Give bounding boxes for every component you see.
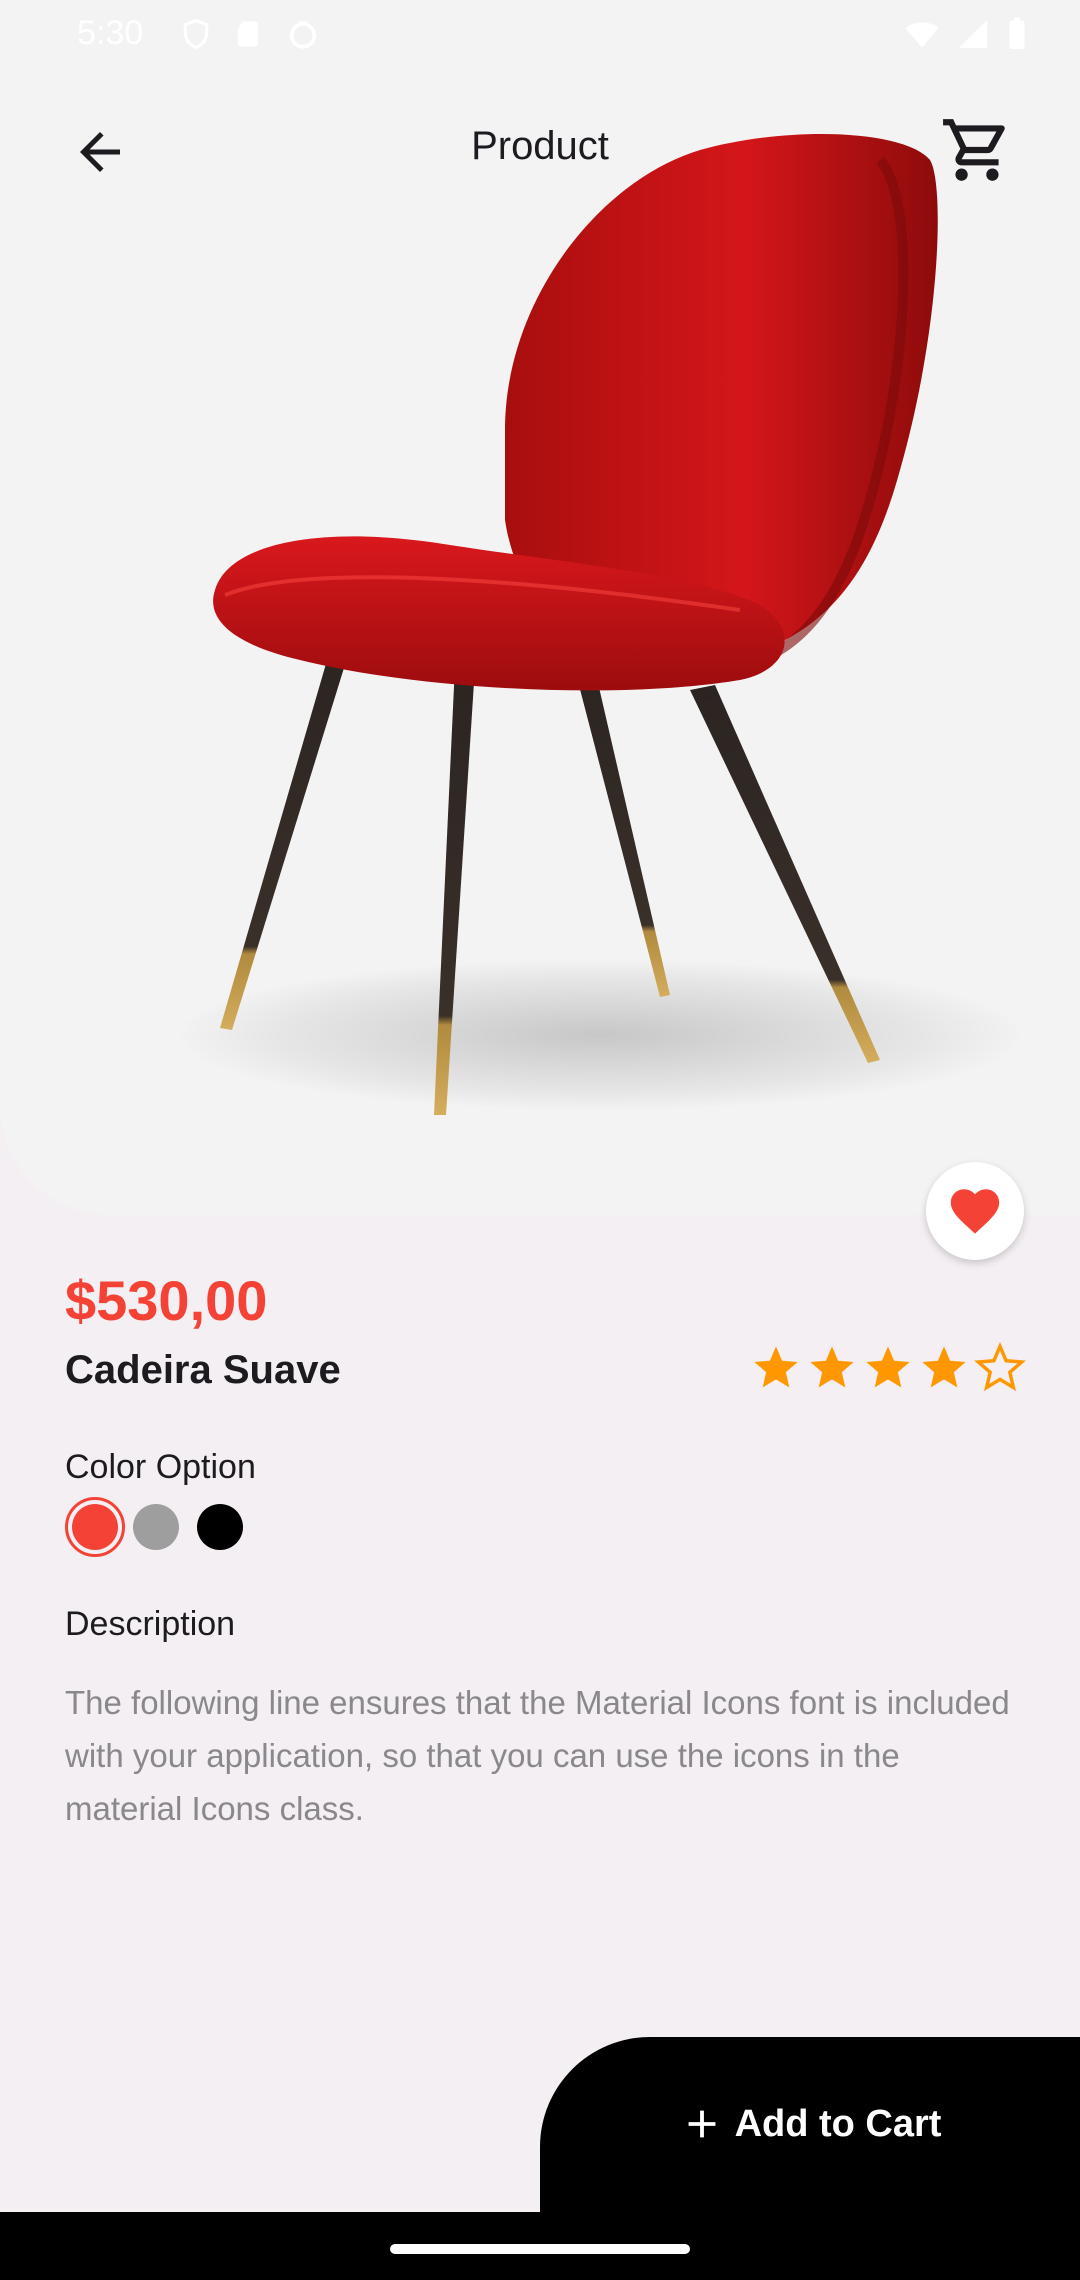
color-option-label: Color Option	[65, 1448, 256, 1486]
add-to-cart-label: Add to Cart	[734, 2102, 942, 2145]
favorite-button[interactable]	[926, 1162, 1024, 1260]
signal-icon	[958, 19, 988, 49]
cart-button[interactable]	[935, 108, 1019, 192]
plus-icon	[688, 2110, 715, 2138]
sd-card-icon	[237, 21, 258, 47]
color-swatch-gray[interactable]	[133, 1504, 179, 1550]
app-bar: Product	[0, 100, 1080, 200]
shield-icon	[183, 18, 209, 50]
page-title: Product	[471, 124, 609, 168]
swatch-dot	[72, 1504, 118, 1550]
shopping-cart-icon	[943, 119, 1005, 181]
color-swatches	[65, 1497, 243, 1557]
color-swatch-red[interactable]	[65, 1497, 125, 1557]
description-text: The following line ensures that the Mate…	[65, 1684, 1010, 1827]
star-outline-icon	[974, 1342, 1026, 1392]
product-price: $530,00	[65, 1269, 268, 1332]
home-gesture-handle[interactable]	[390, 2244, 690, 2254]
description-label: Description	[65, 1605, 236, 1643]
star-filled-icon	[754, 1346, 798, 1388]
heart-icon	[950, 1189, 1000, 1234]
star-filled-icon	[810, 1346, 854, 1388]
navigation-bar	[0, 2212, 1080, 2280]
rating-stars	[750, 1342, 1026, 1394]
status-time: 5:30	[77, 14, 144, 52]
wifi-icon	[905, 22, 939, 48]
color-swatch-black[interactable]	[197, 1504, 243, 1550]
product-screen: 5:30 Product $530,00 Cadeira Suave Color…	[0, 0, 1080, 2280]
star-filled-icon	[866, 1346, 910, 1388]
star-filled-icon	[922, 1346, 966, 1388]
status-bar: 5:30	[0, 0, 1080, 70]
circle-icon	[289, 21, 317, 49]
product-name: Cadeira Suave	[65, 1348, 341, 1392]
battery-icon	[1009, 17, 1025, 49]
